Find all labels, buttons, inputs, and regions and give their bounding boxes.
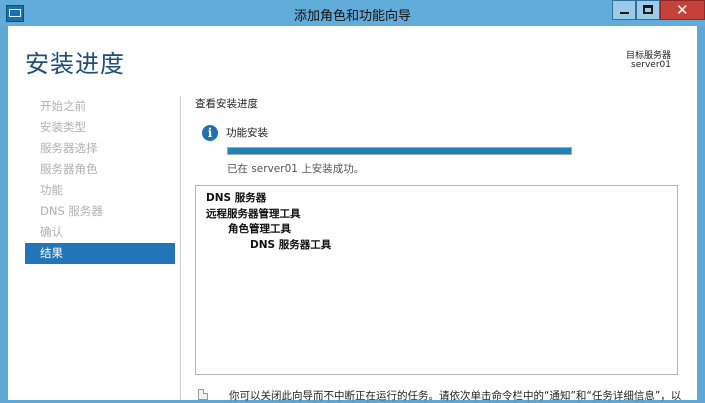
wizard-client-area: 安装进度 目标服务器 server01 开始之前 安装类型 服务器选择 服务器角色 功能… xyxy=(8,26,697,402)
page-title: 安装进度 xyxy=(25,50,125,78)
install-status-text: 已在 server01 上安装成功。 xyxy=(227,163,365,175)
wizard-step-item[interactable]: 功能 xyxy=(25,180,175,201)
installed-feature-item: DNS 服务器工具 xyxy=(250,238,332,251)
wizard-step-item[interactable]: 服务器选择 xyxy=(25,138,175,159)
wizard-step-item[interactable]: 服务器角色 xyxy=(25,159,175,180)
installed-features-list[interactable]: DNS 服务器远程服务器管理工具角色管理工具 DNS 服务器工具 xyxy=(195,185,678,375)
feature-installation-label: 功能安装 xyxy=(226,127,268,139)
wizard-step-item[interactable]: 开始之前 xyxy=(25,96,175,117)
installed-feature-item: DNS 服务器 xyxy=(206,192,267,204)
installed-feature-item: 角色管理工具 xyxy=(228,223,291,235)
note-icon xyxy=(198,389,208,400)
wizard-step-item[interactable]: 结果 xyxy=(25,243,175,264)
wizard-step-item[interactable]: 安装类型 xyxy=(25,117,175,138)
window-title: 添加角色和功能向导 xyxy=(293,9,411,24)
target-server-name: server01 xyxy=(631,60,671,70)
nav-divider xyxy=(180,96,181,400)
wizard-steps-nav: 开始之前 安装类型 服务器选择 服务器角色 功能 DNS 服务器 确认 结果 xyxy=(25,96,175,264)
title-bar: 添加角色和功能向导 ✕ xyxy=(0,0,705,26)
close-button[interactable]: ✕ xyxy=(660,0,705,20)
maximize-button[interactable] xyxy=(636,0,660,20)
close-wizard-note: 你可以关闭此向导而不中断正在运行的任务。请依次单击命令栏中的“通知”和“任务详细… xyxy=(229,390,682,402)
minimize-icon xyxy=(620,12,629,14)
maximize-icon xyxy=(643,5,653,14)
install-progress-fill xyxy=(228,148,571,154)
wizard-step-item[interactable]: DNS 服务器 xyxy=(25,201,175,222)
install-progress-bar xyxy=(227,147,572,155)
wizard-step-item[interactable]: 确认 xyxy=(25,222,175,243)
minimize-button[interactable] xyxy=(612,0,636,20)
close-icon: ✕ xyxy=(676,1,689,19)
installed-feature-item: 远程服务器管理工具 xyxy=(206,207,301,220)
info-icon: i xyxy=(202,125,218,141)
section-title: 查看安装进度 xyxy=(195,98,258,110)
